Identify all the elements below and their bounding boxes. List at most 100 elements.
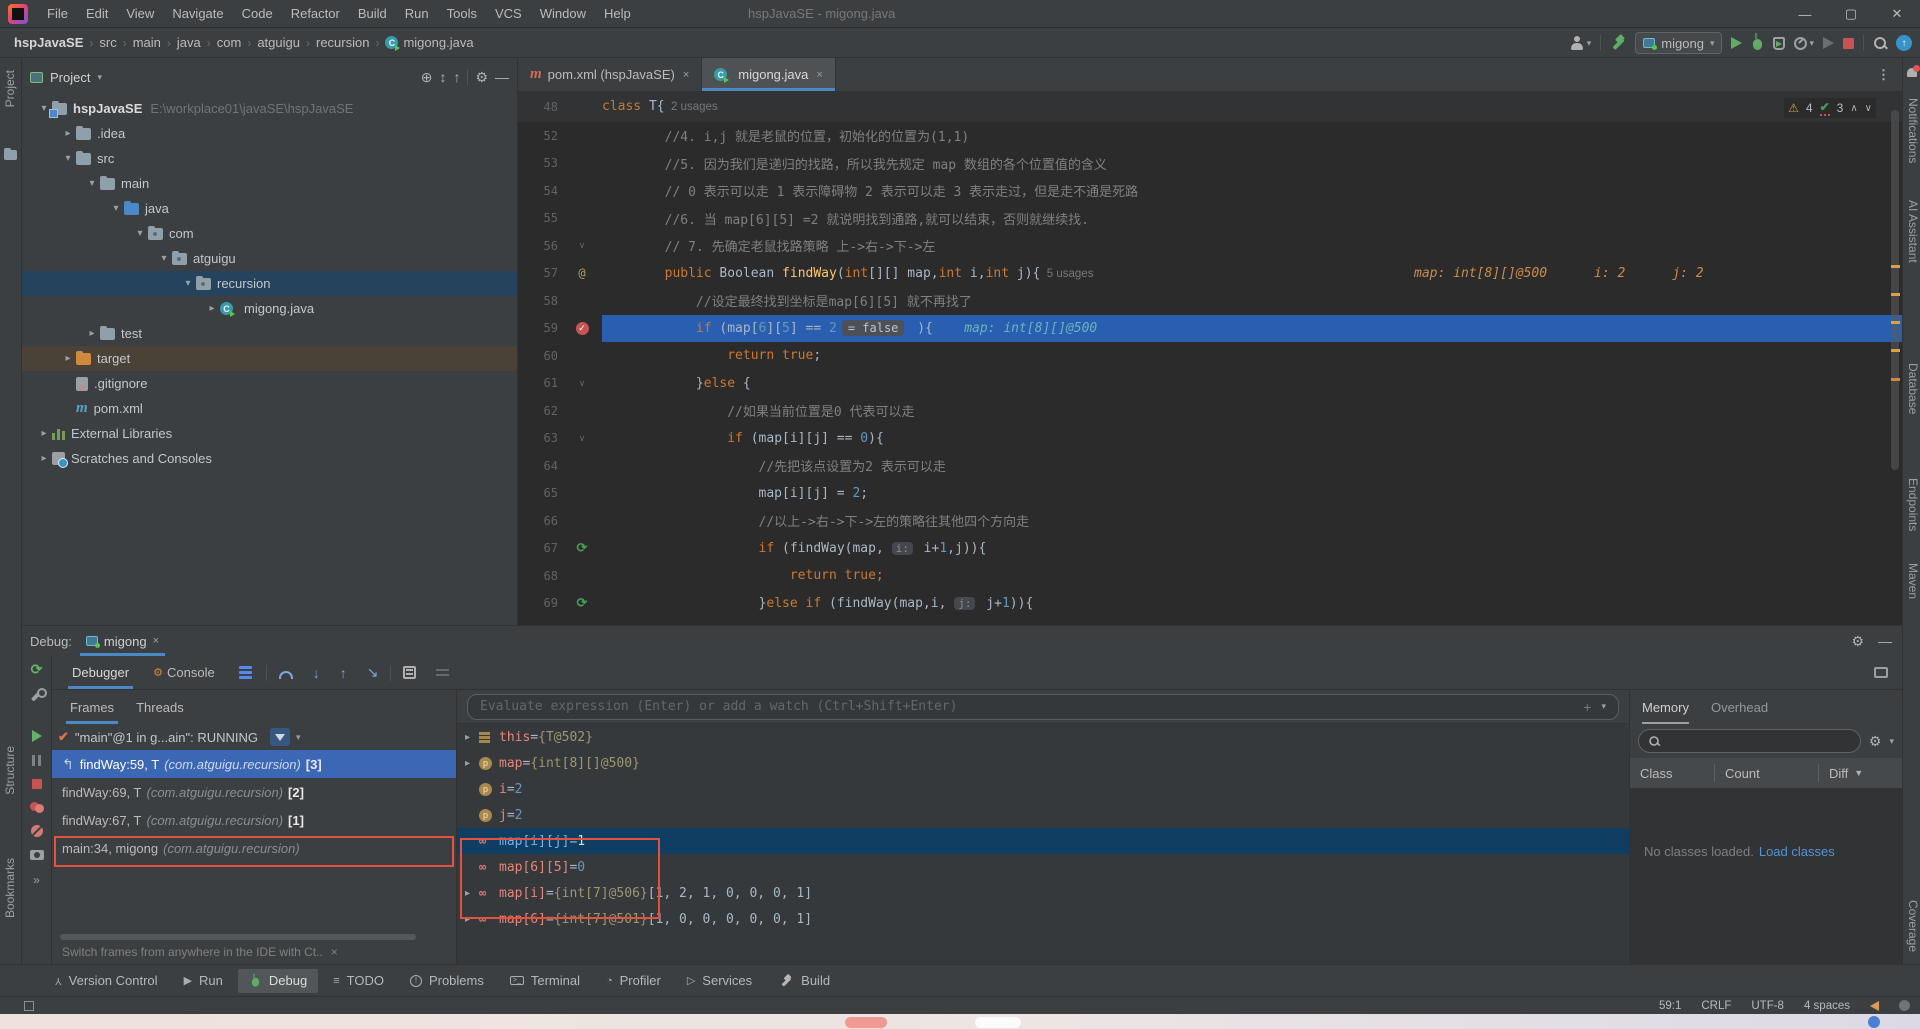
toolwindow-button-services[interactable]: ▷Services xyxy=(676,969,763,993)
mute-breakpoints-icon[interactable] xyxy=(31,825,43,837)
project-stripe-icon[interactable] xyxy=(4,150,17,160)
line-number[interactable]: 54 xyxy=(518,184,562,198)
line-number[interactable]: 62 xyxy=(518,404,562,418)
menu-edit[interactable]: Edit xyxy=(77,0,117,28)
load-classes-link[interactable]: Load classes xyxy=(1759,844,1835,859)
add-watch-icon[interactable]: + xyxy=(1583,699,1591,715)
notification-megaphone-icon[interactable] xyxy=(1870,1001,1879,1011)
menu-file[interactable]: File xyxy=(38,0,77,28)
tree-item-pomxml[interactable]: mpom.xml xyxy=(22,396,517,421)
breakpoint-icon[interactable]: ✓ xyxy=(576,322,589,335)
warning-tick[interactable] xyxy=(1891,321,1900,324)
tool-stripe-project[interactable]: Project xyxy=(3,70,17,107)
code-line-54[interactable]: 54 // 0 表示可以走 1 表示障碍物 2 表示可以走 3 表示走过，但是走… xyxy=(518,177,1902,205)
memory-column-diff[interactable]: Diff▼ xyxy=(1818,764,1873,782)
line-number[interactable]: 57 xyxy=(518,266,562,280)
gear-icon[interactable]: ⚙ xyxy=(1869,733,1882,750)
expand-all-icon[interactable]: ↕ xyxy=(439,69,446,85)
fold-icon[interactable]: ∨ xyxy=(579,240,586,251)
pause-icon[interactable] xyxy=(32,755,41,766)
tool-stripe-notifications[interactable]: Notifications xyxy=(1906,98,1920,163)
code-line-52[interactable]: 52 //4. i,j 就是老鼠的位置，初始化的位置为(1,1) xyxy=(518,122,1902,150)
minimize-button[interactable]: — xyxy=(1782,0,1828,28)
line-number[interactable]: 58 xyxy=(518,294,562,308)
variable-this[interactable]: ▸this = {T@502} xyxy=(457,724,1629,750)
tree-item-com[interactable]: ▾com xyxy=(22,221,517,246)
step-out-icon[interactable]: ↑ xyxy=(340,665,347,681)
line-number[interactable]: 67 xyxy=(518,541,562,555)
taskbar-app-red[interactable] xyxy=(845,1017,887,1028)
toolwindow-button-debug[interactable]: Debug xyxy=(238,969,318,993)
hide-panel-icon[interactable]: — xyxy=(495,69,509,85)
taskbar-app-white[interactable] xyxy=(975,1017,1021,1028)
run-to-cursor-icon[interactable]: ↘ xyxy=(367,664,379,681)
stop-icon[interactable] xyxy=(32,779,42,789)
tab-debugger[interactable]: Debugger xyxy=(62,656,139,689)
inspections-widget[interactable]: ⚠4 ✔3 ∧ ∨ xyxy=(1784,98,1876,118)
evaluate-expression-icon[interactable] xyxy=(403,666,416,679)
toolwindow-button-version-control[interactable]: YVersion Control xyxy=(44,969,169,993)
editor-tab-pomxml[interactable]: mpom.xml (hspJavaSE)× xyxy=(518,58,702,91)
close-icon[interactable]: × xyxy=(683,69,689,81)
settings-wrench-icon[interactable] xyxy=(30,689,43,702)
code-line-63[interactable]: 63∨ if (map[i][j] == 0){ xyxy=(518,425,1902,453)
stack-frame-1[interactable]: findWay:69, T(com.atguigu.recursion)[2] xyxy=(52,778,456,806)
toolwindow-button-profiler[interactable]: ◔Profiler xyxy=(595,969,672,993)
code-line-62[interactable]: 62 //如果当前位置是0 代表可以走 xyxy=(518,397,1902,425)
line-number[interactable]: 53 xyxy=(518,156,562,170)
warning-tick[interactable] xyxy=(1891,293,1900,296)
tree-chevron[interactable]: ▾ xyxy=(108,203,124,214)
settings-sliders-icon[interactable] xyxy=(436,669,449,676)
close-icon[interactable]: × xyxy=(153,635,159,647)
editor-scrollbar[interactable] xyxy=(1888,58,1902,625)
tab-frames[interactable]: Frames xyxy=(60,690,124,724)
chevron-down-icon[interactable]: ▾ xyxy=(296,732,301,743)
close-icon[interactable]: × xyxy=(816,69,822,81)
breadcrumb-item-com[interactable]: com xyxy=(217,35,242,50)
tool-stripe-endpoints[interactable]: Endpoints xyxy=(1906,478,1920,531)
warning-tick[interactable] xyxy=(1891,265,1900,268)
tool-stripe-bookmarks[interactable]: Bookmarks xyxy=(3,858,17,918)
line-number[interactable]: 65 xyxy=(518,486,562,500)
code-line-60[interactable]: 60 return true; xyxy=(518,342,1902,370)
memory-search-input[interactable] xyxy=(1638,729,1861,753)
toolwindow-button-build[interactable]: Build xyxy=(767,969,841,993)
tab-threads[interactable]: Threads xyxy=(126,690,194,724)
debug-session-tab[interactable]: migong × xyxy=(80,626,165,656)
coverage-button[interactable] xyxy=(1773,37,1785,50)
step-into-icon[interactable]: ↓ xyxy=(313,665,320,681)
code-line-58[interactable]: 58 //设定最终找到坐标是map[6][5] 就不再找了 xyxy=(518,287,1902,315)
collapse-all-icon[interactable]: ↑ xyxy=(453,69,460,85)
tab-console[interactable]: ⚙Console xyxy=(143,656,225,689)
tool-stripe-coverage[interactable]: Coverage xyxy=(1906,900,1920,952)
tree-chevron[interactable]: ▸ xyxy=(60,128,76,139)
tree-item-test[interactable]: ▸test xyxy=(22,321,517,346)
tree-item-atguigu[interactable]: ▾atguigu xyxy=(22,246,517,271)
maximize-button[interactable]: ▢ xyxy=(1828,0,1874,28)
tree-item-main[interactable]: ▾main xyxy=(22,171,517,196)
menu-tools[interactable]: Tools xyxy=(438,0,486,28)
caret-position[interactable]: 59:1 xyxy=(1659,1000,1681,1012)
evaluate-expression-input[interactable]: Evaluate expression (Enter) or add a wat… xyxy=(467,694,1619,720)
line-separator[interactable]: CRLF xyxy=(1701,1000,1731,1012)
tree-chevron[interactable]: ▾ xyxy=(84,178,100,189)
tree-item-ScratchesandConsoles[interactable]: ▸Scratches and Consoles xyxy=(22,446,517,471)
encoding[interactable]: UTF-8 xyxy=(1751,1000,1784,1012)
line-number[interactable]: 59 xyxy=(518,321,562,335)
rerun-icon[interactable]: ⟳ xyxy=(31,662,43,676)
close-icon[interactable]: × xyxy=(331,945,338,959)
stop-button[interactable] xyxy=(1843,38,1854,49)
prev-issue-icon[interactable]: ∧ xyxy=(1850,103,1857,114)
chevron-down-icon[interactable]: ▾ xyxy=(97,72,102,83)
breadcrumb-item-main[interactable]: main xyxy=(133,35,161,50)
gear-icon[interactable]: ⚙ xyxy=(475,69,488,86)
locate-file-icon[interactable]: ⊕ xyxy=(421,69,433,86)
memory-column-count[interactable]: Count xyxy=(1714,764,1818,782)
variable-i[interactable]: pi = 2 xyxy=(457,776,1629,802)
code-line-57[interactable]: 57@ public Boolean findWay(int[][] map,i… xyxy=(518,260,1902,288)
stack-frame-2[interactable]: findWay:67, T(com.atguigu.recursion)[1] xyxy=(52,806,456,834)
tool-stripe-ai-assistant[interactable]: AI Assistant xyxy=(1906,200,1920,263)
tree-item-gitignore[interactable]: .gitignore xyxy=(22,371,517,396)
breadcrumb-item-recursion[interactable]: recursion xyxy=(316,35,369,50)
run-config-selector[interactable]: migong ▾ xyxy=(1635,32,1722,54)
